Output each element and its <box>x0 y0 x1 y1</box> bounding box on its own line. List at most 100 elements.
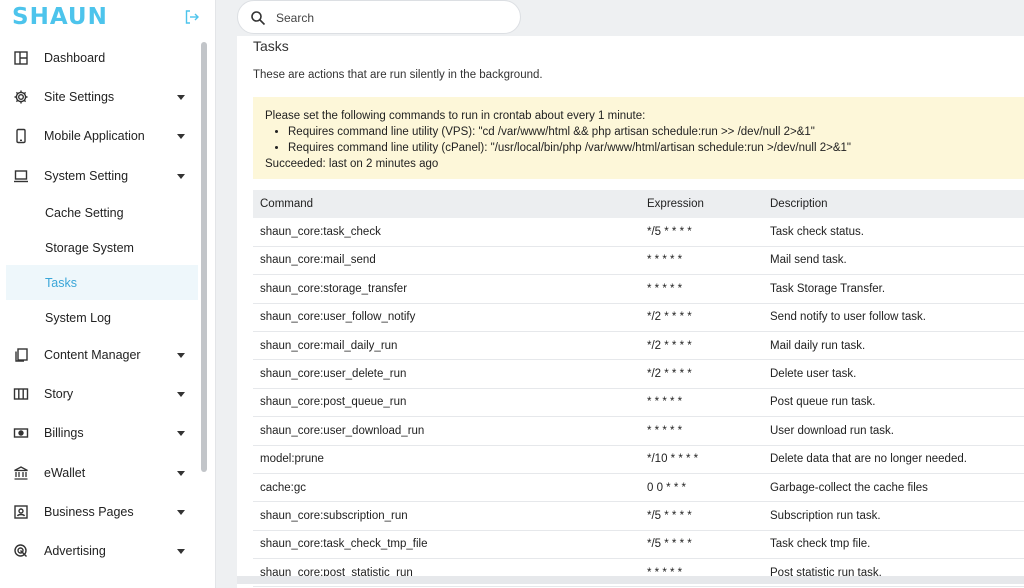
sidebar-item-business-pages[interactable]: Business Pages <box>0 492 200 531</box>
search-input[interactable]: Search <box>276 11 314 25</box>
caret-down-icon <box>177 470 185 476</box>
cell-command: shaun_core:storage_transfer <box>260 282 408 295</box>
sidebar-scrollbar[interactable] <box>201 42 207 472</box>
sidebar-subitem-label: Tasks <box>45 275 77 290</box>
cell-expression: * * * * * <box>647 424 683 437</box>
table-row: shaun_core:subscription_run */5 * * * * Su… <box>253 502 1024 531</box>
cell-expression: */5 * * * * <box>647 509 692 522</box>
sidebar-subitem-cache-setting[interactable]: Cache Setting <box>0 195 200 230</box>
cell-command: shaun_core:user_follow_notify <box>260 311 416 324</box>
cell-description: Garbage-collect the cache files <box>770 481 928 494</box>
page-title: Tasks <box>253 38 289 54</box>
table-row: shaun_core:user_follow_notify */2 * * * *… <box>253 304 1024 332</box>
sidebar-item-content-manager[interactable]: Content Manager <box>0 335 200 374</box>
cell-expression: */2 * * * * <box>647 368 692 381</box>
sidebar-item-advertising[interactable]: Advertising <box>0 532 200 571</box>
cell-expression: */2 * * * * <box>647 311 692 324</box>
cell-command: shaun_core:user_delete_run <box>260 368 407 381</box>
sidebar-item-ewallet[interactable]: eWallet <box>0 453 200 492</box>
cell-command: shaun_core:mail_send <box>260 254 376 267</box>
caret-down-icon <box>177 549 185 555</box>
cell-description: Task check tmp file. <box>770 538 871 551</box>
table-row: shaun_core:user_download_run * * * * * Use… <box>253 417 1024 446</box>
cell-expression: */5 * * * * <box>647 538 692 551</box>
target-icon <box>13 543 29 559</box>
sidebar-item-billings[interactable]: Billings <box>0 414 200 453</box>
sidebar-item-mobile-application[interactable]: Mobile Application <box>0 117 200 156</box>
caret-down-icon <box>177 134 185 140</box>
sidebar-subitem-storage-system[interactable]: Storage System <box>0 230 200 265</box>
caret-down-icon <box>177 94 185 100</box>
sidebar-item-label: Billings <box>44 426 84 441</box>
notice-intro: Please set the following commands to run… <box>265 110 646 122</box>
horizontal-scrollbar[interactable] <box>237 576 1024 584</box>
table-header: Command Expression Description <box>253 190 1024 219</box>
sidebar-subitem-system-log[interactable]: System Log <box>0 300 200 335</box>
sidebar-nav: Dashboard Site Settings Mobile Applicati… <box>0 38 200 571</box>
table-row: shaun_core:task_check */5 * * * * Task che… <box>253 218 1024 247</box>
column-header-expression: Expression <box>647 198 704 211</box>
sidebar-collapse-icon[interactable] <box>184 9 200 25</box>
sidebar-item-label: eWallet <box>44 465 86 480</box>
sidebar-subitem-tasks[interactable]: Tasks <box>6 265 198 301</box>
table-row: shaun_core:mail_send * * * * * Mail send t… <box>253 247 1024 276</box>
sidebar-item-label: Dashboard <box>44 50 106 65</box>
sidebar-item-label: Story <box>44 387 74 402</box>
column-header-command: Command <box>260 198 314 211</box>
cell-expression: * * * * * <box>647 282 683 295</box>
sidebar-item-label: Advertising <box>44 544 106 559</box>
caret-down-icon <box>177 431 185 437</box>
sidebar-item-dashboard[interactable]: Dashboard <box>0 38 200 77</box>
logo-row: SHAUN <box>0 0 215 34</box>
sidebar-item-label: Business Pages <box>44 505 134 520</box>
cell-description: Send notify to user follow task. <box>770 311 926 324</box>
cell-expression: * * * * * <box>647 396 683 409</box>
main-content: Tasks These are actions that are run sil… <box>237 36 1024 588</box>
tasks-table: Command Expression Description shaun_cor… <box>253 190 1024 588</box>
sidebar-subitem-label: Cache Setting <box>45 205 124 220</box>
bank-icon <box>13 465 29 481</box>
cell-expression: * * * * * <box>647 254 683 267</box>
id-card-icon <box>13 504 29 520</box>
cell-command: shaun_core:task_check <box>260 226 381 239</box>
cell-description: Task Storage Transfer. <box>770 282 886 295</box>
table-row: model:prune */10 * * * * Delete data that … <box>253 446 1024 474</box>
laptop-icon <box>13 168 29 184</box>
logo[interactable]: SHAUN <box>12 4 108 30</box>
caret-down-icon <box>177 352 185 358</box>
table-row: shaun_core:task_check_tmp_file */5 * * * … <box>253 531 1024 560</box>
table-row: shaun_core:user_delete_run */2 * * * * Del… <box>253 360 1024 389</box>
dashboard-icon <box>13 50 29 66</box>
cell-description: Delete data that are no longer needed. <box>770 453 967 466</box>
cell-command: shaun_core:user_download_run <box>260 424 425 437</box>
copy-icon <box>13 347 29 363</box>
table-row: shaun_core:storage_transfer * * * * * Task… <box>253 275 1024 304</box>
sidebar-subitem-label: Storage System <box>45 240 134 255</box>
notice-bullet: Requires command line utility (cPanel): … <box>288 141 1024 157</box>
search-bar[interactable]: Search <box>237 0 521 34</box>
cell-command: shaun_core:task_check_tmp_file <box>260 538 428 551</box>
cell-description: Task check status. <box>770 226 864 239</box>
column-header-description: Description <box>770 198 828 211</box>
cell-expression: 0 0 * * * <box>647 481 686 494</box>
cell-description: Mail send task. <box>770 254 847 267</box>
cell-description: Delete user task. <box>770 368 857 381</box>
money-icon <box>13 425 29 441</box>
cell-description: Mail daily run task. <box>770 339 866 352</box>
cell-expression: */10 * * * * <box>647 453 699 466</box>
sidebar-item-site-settings[interactable]: Site Settings <box>0 77 200 116</box>
sidebar-item-story[interactable]: Story <box>0 374 200 413</box>
cell-description: Subscription run task. <box>770 509 881 522</box>
gear-icon <box>13 89 29 105</box>
cell-command: cache:gc <box>260 481 307 494</box>
notice-bullet: Requires command line utility (VPS): "cd… <box>288 125 1024 141</box>
cell-expression: */2 * * * * <box>647 339 692 352</box>
cron-notice: Please set the following commands to run… <box>253 97 1024 179</box>
sidebar-item-label: Content Manager <box>44 347 141 362</box>
cell-command: shaun_core:post_queue_run <box>260 396 407 409</box>
table-row: shaun_core:post_queue_run * * * * * Post q… <box>253 389 1024 418</box>
table-row: shaun_core:mail_daily_run */2 * * * * Mail… <box>253 332 1024 361</box>
sidebar-item-system-setting[interactable]: System Setting <box>0 156 200 195</box>
mobile-icon <box>13 128 29 144</box>
sidebar-item-label: System Setting <box>44 168 129 183</box>
